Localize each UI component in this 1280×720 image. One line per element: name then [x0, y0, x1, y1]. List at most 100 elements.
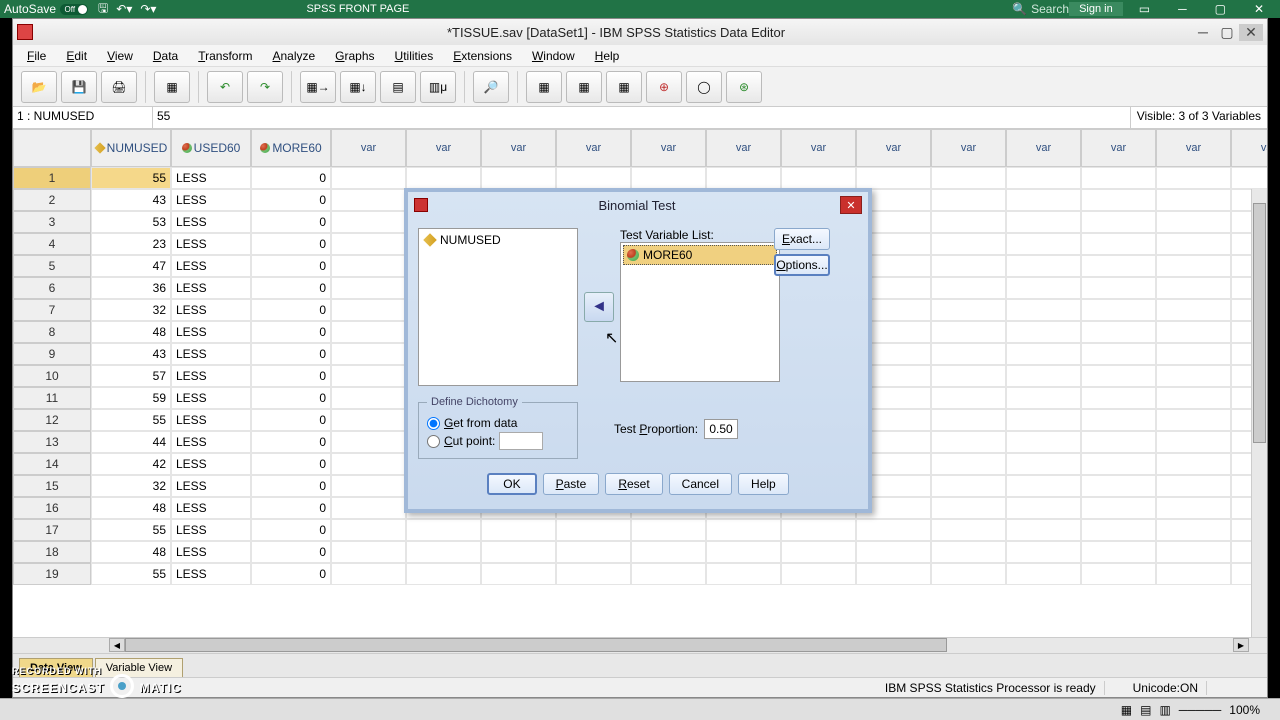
row-header[interactable]: 8 [13, 321, 91, 343]
cell[interactable] [556, 563, 631, 585]
cell[interactable] [1156, 365, 1231, 387]
run-stats-icon[interactable]: ▥μ [420, 71, 456, 103]
cell[interactable] [331, 475, 406, 497]
value-labels-icon[interactable]: ⊛ [726, 71, 762, 103]
cell[interactable] [1156, 497, 1231, 519]
test-proportion-input[interactable] [704, 419, 738, 439]
column-header[interactable]: var [331, 129, 406, 167]
menu-graphs[interactable]: Graphs [325, 49, 384, 63]
cell[interactable]: LESS [171, 563, 251, 585]
cell[interactable] [1006, 211, 1081, 233]
row-header[interactable]: 4 [13, 233, 91, 255]
cell[interactable]: 47 [91, 255, 171, 277]
save-icon[interactable]: 🖫 [98, 0, 108, 20]
cell[interactable] [556, 167, 631, 189]
cell[interactable] [931, 189, 1006, 211]
menu-help[interactable]: Help [585, 49, 630, 63]
cell[interactable] [781, 541, 856, 563]
autosave-toggle[interactable]: AutoSave Off [4, 2, 88, 16]
cell[interactable] [931, 563, 1006, 585]
cell[interactable] [331, 167, 406, 189]
menu-analyze[interactable]: Analyze [262, 49, 325, 63]
redo-icon[interactable]: ↷▾ [140, 2, 156, 16]
cell[interactable] [856, 541, 931, 563]
cell[interactable] [631, 519, 706, 541]
cell[interactable] [1156, 321, 1231, 343]
cell[interactable] [1156, 475, 1231, 497]
ok-button[interactable]: OK [487, 473, 536, 495]
cell[interactable]: 0 [251, 321, 331, 343]
cell[interactable] [931, 255, 1006, 277]
open-icon[interactable]: 📂 [21, 71, 57, 103]
cell[interactable] [556, 519, 631, 541]
cell[interactable] [481, 541, 556, 563]
goto-case-icon[interactable]: ▦→ [300, 71, 336, 103]
cell[interactable]: 0 [251, 343, 331, 365]
cell[interactable]: LESS [171, 453, 251, 475]
cell[interactable] [331, 233, 406, 255]
cell[interactable]: 0 [251, 541, 331, 563]
cell[interactable] [931, 233, 1006, 255]
cell[interactable] [1156, 167, 1231, 189]
cell[interactable]: LESS [171, 343, 251, 365]
cell[interactable]: 55 [91, 563, 171, 585]
cell[interactable] [331, 321, 406, 343]
menu-view[interactable]: View [97, 49, 143, 63]
row-header[interactable]: 2 [13, 189, 91, 211]
cell[interactable] [706, 541, 781, 563]
cell[interactable] [1156, 409, 1231, 431]
cell[interactable] [556, 541, 631, 563]
cell[interactable]: 36 [91, 277, 171, 299]
cell[interactable]: 0 [251, 387, 331, 409]
cell[interactable] [781, 563, 856, 585]
cell[interactable]: LESS [171, 277, 251, 299]
column-header[interactable]: var [1006, 129, 1081, 167]
list-item[interactable]: MORE60 [623, 245, 777, 265]
column-header[interactable]: var [706, 129, 781, 167]
cell[interactable] [1006, 409, 1081, 431]
cell[interactable] [931, 365, 1006, 387]
cell[interactable]: LESS [171, 497, 251, 519]
row-header[interactable]: 9 [13, 343, 91, 365]
row-header[interactable]: 17 [13, 519, 91, 541]
cell[interactable] [1156, 299, 1231, 321]
view-layout-icon[interactable]: ▤ [1140, 703, 1151, 717]
row-header[interactable]: 13 [13, 431, 91, 453]
cell[interactable] [481, 167, 556, 189]
cell[interactable]: LESS [171, 233, 251, 255]
cell[interactable] [1081, 299, 1156, 321]
cell[interactable] [1156, 211, 1231, 233]
cell[interactable] [781, 167, 856, 189]
cell[interactable] [331, 519, 406, 541]
cell[interactable]: 0 [251, 255, 331, 277]
cell[interactable]: LESS [171, 475, 251, 497]
close-icon[interactable]: ✕ [1242, 2, 1276, 16]
cell[interactable] [1081, 563, 1156, 585]
cell[interactable] [931, 277, 1006, 299]
cell[interactable] [1006, 365, 1081, 387]
cell[interactable] [931, 519, 1006, 541]
cell[interactable]: 32 [91, 299, 171, 321]
cell[interactable] [331, 255, 406, 277]
cell[interactable] [1156, 387, 1231, 409]
cell[interactable]: LESS [171, 387, 251, 409]
column-header[interactable]: USED60 [171, 129, 251, 167]
help-button[interactable]: Help [738, 473, 789, 495]
cell[interactable]: 43 [91, 343, 171, 365]
cell[interactable]: 48 [91, 321, 171, 343]
cell[interactable] [331, 563, 406, 585]
cell[interactable] [931, 321, 1006, 343]
cell[interactable] [406, 563, 481, 585]
cell[interactable] [931, 453, 1006, 475]
cell[interactable] [1081, 321, 1156, 343]
insert-variable-icon[interactable]: ▦ [566, 71, 602, 103]
print-icon[interactable]: 🖨 [101, 71, 137, 103]
cell[interactable] [1156, 255, 1231, 277]
cell[interactable] [931, 299, 1006, 321]
cell[interactable]: LESS [171, 299, 251, 321]
cancel-button[interactable]: Cancel [669, 473, 732, 495]
cell[interactable]: LESS [171, 255, 251, 277]
cell[interactable] [1081, 541, 1156, 563]
cell[interactable] [331, 431, 406, 453]
split-file-icon[interactable]: ▦ [606, 71, 642, 103]
